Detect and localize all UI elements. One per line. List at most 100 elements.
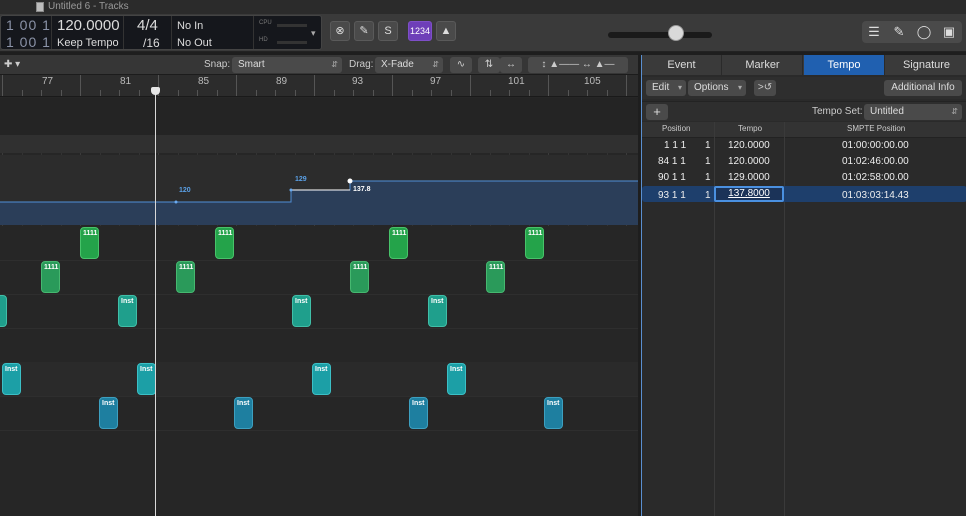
add-tempo-event-button[interactable]: + — [646, 104, 668, 120]
count-in-button[interactable]: 1234 — [408, 21, 432, 41]
lane-divider — [0, 294, 638, 295]
midi-region[interactable]: 1111 — [215, 227, 234, 259]
ruler-tick — [2, 75, 3, 96]
ruler-tick — [119, 90, 120, 96]
list-editors-icon[interactable]: ☰ — [862, 22, 886, 42]
loop-browser-icon[interactable]: ◯ — [912, 22, 936, 42]
ruler-tick — [256, 90, 257, 96]
table-row[interactable]: 84 1 1 1 120.0000 01:02:46:00.00 — [642, 154, 966, 170]
table-row-selected[interactable]: 93 1 1 1 137.8000 01:03:03:14.43 — [642, 186, 966, 202]
ruler-tick — [509, 90, 510, 96]
window-title: Untitled 6 - Tracks — [48, 1, 129, 12]
tool-menu-icon[interactable]: ✚ ▾ — [4, 59, 20, 70]
column-header-position[interactable]: Position — [662, 124, 690, 133]
browser-icon[interactable]: ▣ — [937, 22, 961, 42]
ruler-tick — [431, 90, 432, 96]
options-menu[interactable]: Options ▾ — [688, 80, 746, 96]
lcd-divider — [253, 16, 254, 49]
midi-region[interactable]: Inst — [428, 295, 447, 327]
window-titlebar: Untitled 6 - Tracks — [0, 0, 966, 14]
midi-region[interactable]: 1111 — [389, 227, 408, 259]
tab-event[interactable]: Event — [642, 55, 722, 75]
chevron-updown-icon: ⇵ — [432, 60, 439, 69]
tempo-set-bar: + Tempo Set: Untitled ⇵ — [642, 101, 966, 121]
midi-region[interactable]: Inst — [312, 363, 331, 395]
tuner-button[interactable]: ✎ — [354, 21, 374, 41]
midi-region[interactable]: Inst — [137, 363, 156, 395]
playhead[interactable] — [155, 90, 156, 516]
low-latency-button[interactable]: ⊗ — [330, 21, 350, 41]
ruler-tick — [529, 90, 530, 96]
tempo-track-lane[interactable]: 120 129 137.8 — [0, 155, 638, 225]
lcd-time-signature[interactable]: 4/4 — [137, 17, 158, 34]
hd-meter — [277, 41, 307, 44]
ruler-tick — [22, 90, 23, 96]
tempo-curve[interactable] — [0, 155, 638, 225]
midi-region[interactable]: Inst — [447, 363, 466, 395]
tab-marker[interactable]: Marker — [723, 55, 803, 75]
table-header: Position Tempo SMPTE Position — [642, 122, 966, 138]
midi-region[interactable]: Inst — [409, 397, 428, 429]
midi-region[interactable]: 1111 — [80, 227, 99, 259]
midi-region[interactable]: 1111 — [350, 261, 369, 293]
midi-region[interactable]: Inst — [118, 295, 137, 327]
track-lane[interactable] — [0, 98, 638, 135]
tempo-set-value: Untitled — [870, 106, 904, 117]
zoom-sliders[interactable]: ↕ ▲—— ↔ ▲— — [528, 57, 628, 73]
catch-icon[interactable]: >↺ — [754, 80, 776, 96]
waveform-zoom-icon[interactable]: ∿ — [450, 57, 472, 73]
tab-tempo[interactable]: Tempo — [804, 55, 885, 75]
lcd-position-bars[interactable]: 1 00 1 — [6, 17, 51, 33]
drag-select[interactable]: X-Fade ⇵ — [375, 57, 443, 73]
midi-region[interactable]: Inst — [292, 295, 311, 327]
tempo-set-label: Tempo Set: — [812, 106, 863, 117]
tempo-edit-value: 137.8000 — [728, 188, 770, 199]
master-volume-slider[interactable] — [608, 32, 712, 38]
midi-region[interactable]: Inst — [2, 363, 21, 395]
master-volume-knob[interactable] — [668, 25, 684, 41]
lcd-chevron-down-icon[interactable]: ▾ — [311, 28, 316, 39]
edit-menu[interactable]: Edit ▾ — [646, 80, 686, 96]
fit-vertical-icon[interactable]: ⇅ — [478, 57, 500, 73]
tempo-point-label: 137.8 — [353, 186, 371, 193]
table-row[interactable]: 1 1 1 1 120.0000 01:00:00:00.00 — [642, 138, 966, 154]
lcd-midi-out: No Out — [177, 37, 212, 49]
bar-ruler[interactable]: 77 81 85 89 93 97 101 105 — [0, 75, 638, 97]
midi-region[interactable]: 1111 — [525, 227, 544, 259]
table-row[interactable]: 90 1 1 1 129.0000 01:02:58:00.00 — [642, 170, 966, 186]
document-icon — [36, 2, 44, 12]
notepad-icon[interactable]: ✎ — [887, 22, 911, 42]
tab-signature[interactable]: Signature — [886, 55, 966, 75]
snap-select[interactable]: Smart ⇵ — [232, 57, 342, 73]
midi-region[interactable]: 1111 — [176, 261, 195, 293]
track-lane-global[interactable] — [0, 135, 638, 153]
lcd-position-time[interactable]: 1 00 1 — [6, 34, 51, 50]
midi-region[interactable]: Inst — [234, 397, 253, 429]
fit-horizontal-icon[interactable]: ↔ — [500, 57, 522, 73]
column-header-tempo[interactable]: Tempo — [738, 124, 762, 133]
column-header-smpte[interactable]: SMPTE Position — [847, 124, 905, 133]
midi-region[interactable]: Inst — [544, 397, 563, 429]
tempo-edit-field[interactable]: 137.8000 — [714, 186, 784, 202]
midi-region[interactable]: 1111 — [41, 261, 60, 293]
solo-button[interactable]: S — [378, 21, 398, 41]
row-position-sub: 1 — [705, 156, 711, 167]
ruler-tick — [61, 90, 62, 96]
cpu-meter — [277, 24, 307, 27]
drag-value: X-Fade — [381, 59, 414, 70]
track-lanes[interactable]: 120 129 137.8 1111 1111 1111 1111 1111 1… — [0, 98, 638, 516]
row-position-sub: 1 — [705, 172, 711, 183]
lcd-display[interactable]: 1 00 1 1 00 1 120.0000 Keep Tempo 4/4 /1… — [0, 15, 322, 50]
midi-region-partial[interactable] — [0, 295, 7, 327]
tempo-point-label: 129 — [295, 176, 307, 183]
additional-info-button[interactable]: Additional Info — [884, 80, 962, 96]
ruler-tick — [548, 75, 549, 96]
midi-region[interactable]: 1111 — [486, 261, 505, 293]
lcd-division[interactable]: /16 — [143, 36, 160, 50]
lcd-tempo-mode[interactable]: Keep Tempo — [57, 37, 119, 49]
metronome-button[interactable]: ▲ — [436, 21, 456, 41]
tempo-set-select[interactable]: Untitled ⇵ — [864, 104, 962, 120]
midi-region[interactable]: Inst — [99, 397, 118, 429]
lcd-tempo[interactable]: 120.0000 — [57, 17, 120, 34]
playhead-handle[interactable] — [151, 87, 160, 95]
